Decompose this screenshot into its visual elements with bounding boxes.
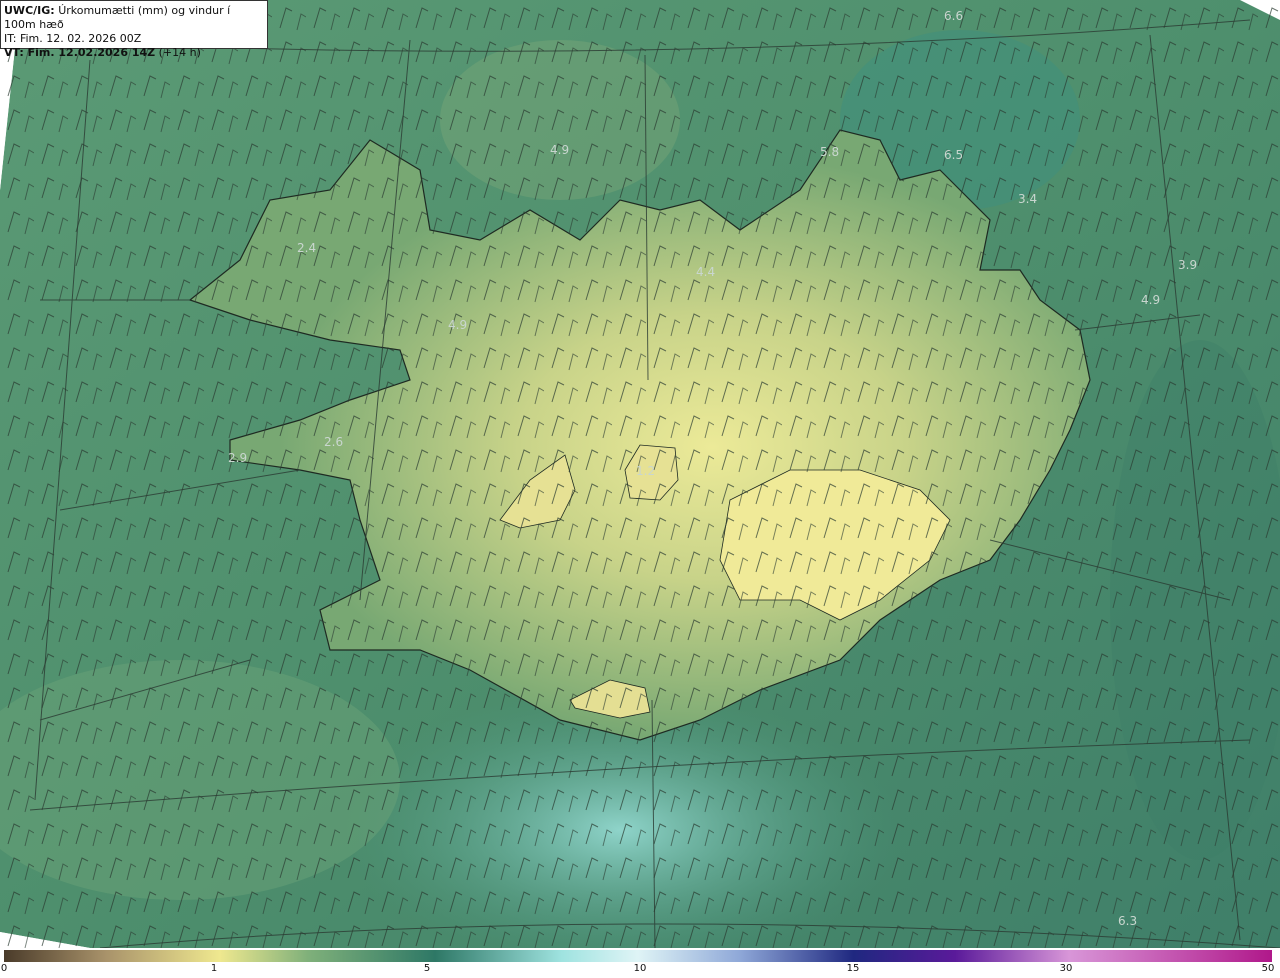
value-label: 6.5 [944, 148, 963, 162]
colorbar-label: 5 [423, 963, 431, 974]
valid-time: VT: Fim. 12.02.2026 14Z [4, 46, 156, 59]
value-label: 4.9 [448, 318, 467, 332]
value-label: 1.2 [636, 464, 655, 478]
value-label: 6.3 [1118, 914, 1137, 928]
value-label: 4.9 [1141, 293, 1160, 307]
value-label: 5.8 [820, 145, 839, 159]
value-label: 2.4 [297, 241, 316, 255]
colorbar [4, 950, 1272, 962]
value-label: 3.4 [1018, 192, 1037, 206]
map-header: UWC/IG: Úrkomumætti (mm) og vindur í 100… [0, 0, 268, 59]
value-label: 4.9 [550, 143, 569, 157]
value-label: 2.9 [228, 451, 247, 465]
colorbar-label: 0 [0, 963, 8, 974]
forecast-offset: (+14 h) [158, 46, 201, 59]
colorbar-label: 15 [846, 963, 860, 974]
precipitation-map: 6.6 4.9 5.8 6.5 3.4 2.4 4.4 3.9 4.9 4.9 … [0, 0, 1280, 948]
colorbar-label: 30 [1059, 963, 1073, 974]
value-label: 4.4 [696, 265, 715, 279]
colorbar-label: 50 [1261, 963, 1275, 974]
value-label: 2.6 [324, 435, 343, 449]
colorbar-label: 10 [633, 963, 647, 974]
colorbar-label: 1 [210, 963, 218, 974]
init-time: IT: Fim. 12. 02. 2026 00Z [4, 32, 142, 45]
product-code: UWC/IG: [4, 4, 55, 17]
value-label: 3.9 [1178, 258, 1197, 272]
value-label: 6.6 [944, 9, 963, 23]
